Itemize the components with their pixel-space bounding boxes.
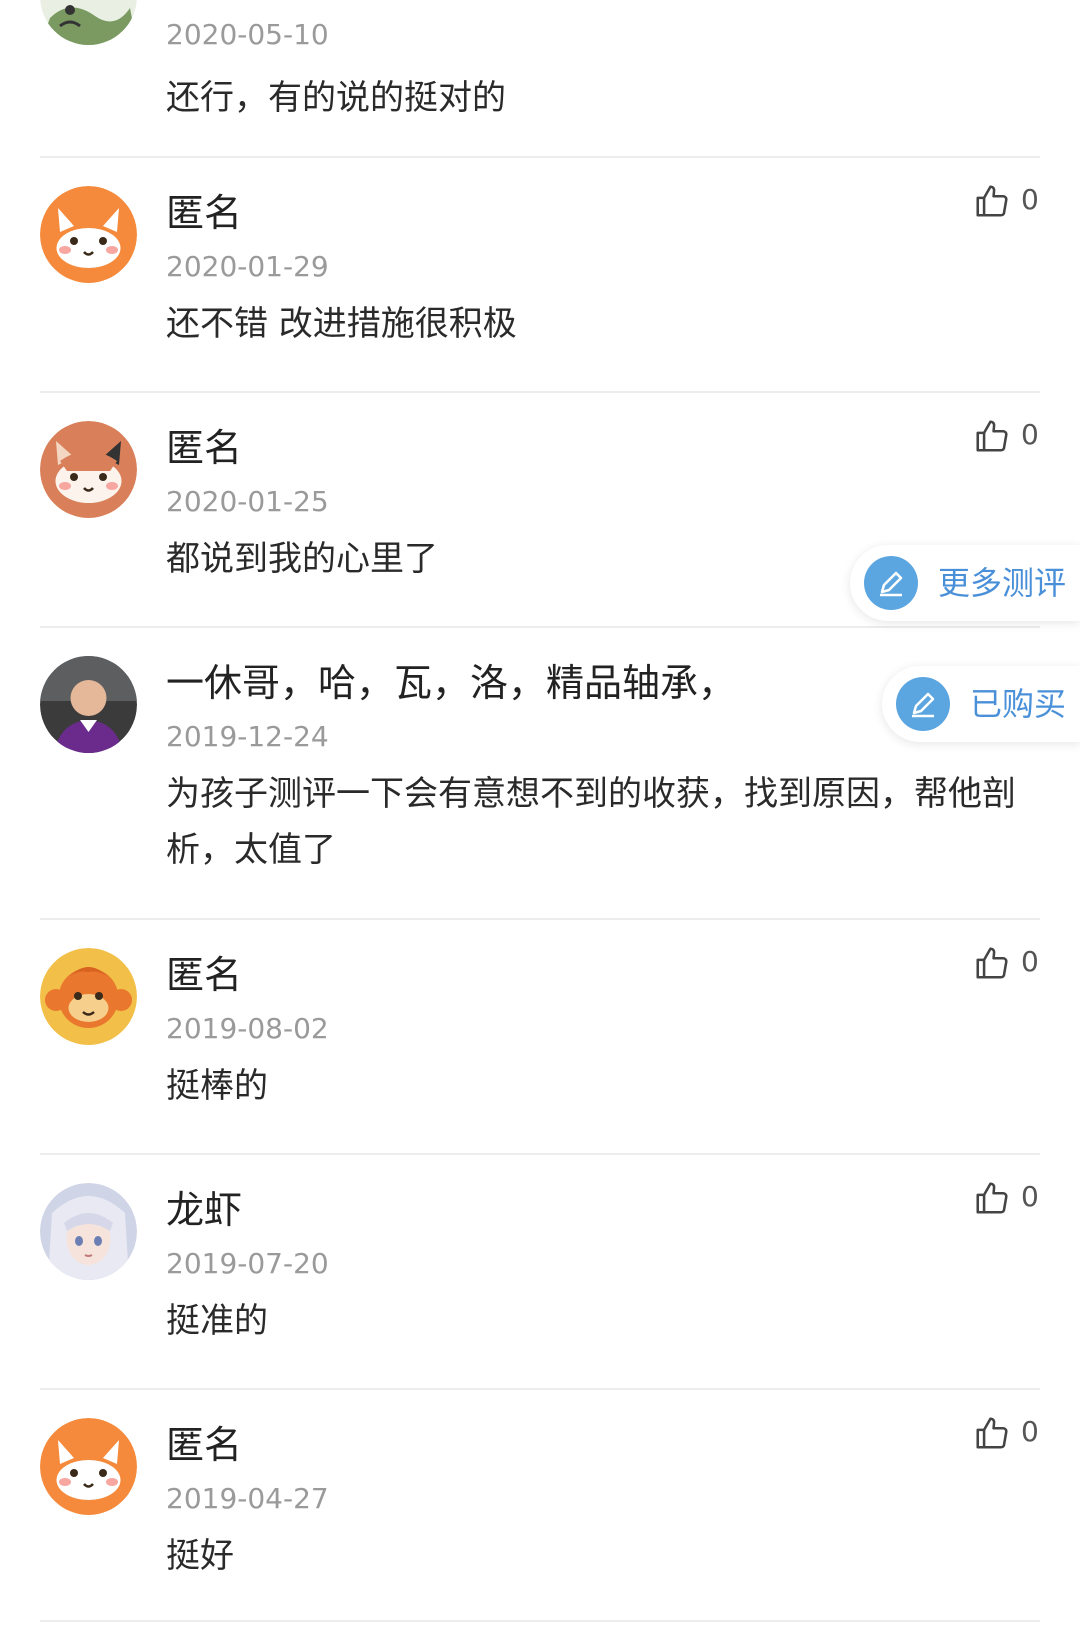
- comment-date: 2020-01-29: [166, 250, 329, 283]
- divider: [40, 391, 1040, 393]
- like-button[interactable]: 0: [973, 1177, 1043, 1221]
- thumbs-up-icon: [976, 1417, 1008, 1449]
- like-button[interactable]: 0: [973, 942, 1043, 986]
- avatar-fox[interactable]: [40, 186, 137, 283]
- comment-author: 匿名: [166, 191, 243, 235]
- like-button[interactable]: 0: [973, 415, 1043, 459]
- thumbs-up-icon: [976, 947, 1008, 979]
- thumbs-up-icon: [976, 420, 1008, 452]
- like-button[interactable]: 0: [973, 180, 1043, 224]
- comment-date: 2020-01-25: [166, 485, 329, 518]
- comment-author: 匿名: [166, 426, 243, 470]
- divider: [40, 1153, 1040, 1155]
- comment-author: 龙虾: [166, 1188, 243, 1232]
- like-count: 0: [1021, 945, 1039, 978]
- comment-date: 2020-05-10: [166, 18, 329, 51]
- like-count: 0: [1021, 183, 1039, 216]
- more-reviews-button[interactable]: 更多测评: [850, 545, 1080, 621]
- divider: [40, 626, 1040, 628]
- like-count: 0: [1021, 1415, 1039, 1448]
- avatar-photo[interactable]: [40, 656, 137, 753]
- comment-date: 2019-04-27: [166, 1482, 329, 1515]
- comment-list: 2020-05-10 还行，有的说的挺对的 匿名 2020-01-29 还不错 …: [0, 0, 1080, 1626]
- comment-date: 2019-08-02: [166, 1012, 329, 1045]
- divider: [40, 1388, 1040, 1390]
- more-reviews-label: 更多测评: [938, 564, 1067, 602]
- pencil-icon: [896, 677, 950, 731]
- divider: [40, 1620, 1040, 1622]
- thumbs-up-icon: [976, 185, 1008, 217]
- comment-date: 2019-07-20: [166, 1247, 329, 1280]
- comment-text: 挺棒的: [166, 1066, 268, 1106]
- like-count: 0: [1021, 1180, 1039, 1213]
- avatar[interactable]: [40, 0, 137, 45]
- comment-text: 挺好: [166, 1536, 234, 1576]
- purchased-button[interactable]: 已购买: [882, 666, 1080, 742]
- comment-author: 匿名: [166, 1423, 243, 1467]
- purchased-label: 已购买: [970, 685, 1067, 723]
- pencil-icon: [864, 556, 918, 610]
- comment-author: 匿名: [166, 953, 243, 997]
- comment-text: 还行，有的说的挺对的: [166, 78, 506, 118]
- avatar-anime[interactable]: [40, 1183, 137, 1280]
- divider: [40, 156, 1040, 158]
- comment-author: 一休哥，哈，瓦，洛，精品轴承，: [166, 661, 737, 705]
- comment-text: 还不错 改进措施很积极: [166, 304, 517, 344]
- divider: [40, 918, 1040, 920]
- comment-date: 2019-12-24: [166, 720, 329, 753]
- avatar-fox[interactable]: [40, 1418, 137, 1515]
- like-count: 0: [1021, 418, 1039, 451]
- avatar-monkey[interactable]: [40, 948, 137, 1045]
- thumbs-up-icon: [976, 1182, 1008, 1214]
- avatar-cat[interactable]: [40, 421, 137, 518]
- comment-text: 为孩子测评一下会有意想不到的收获，找到原因，帮他剖析，太值了: [166, 774, 1016, 870]
- comment-text: 挺准的: [166, 1301, 268, 1341]
- like-button[interactable]: 0: [973, 1412, 1043, 1456]
